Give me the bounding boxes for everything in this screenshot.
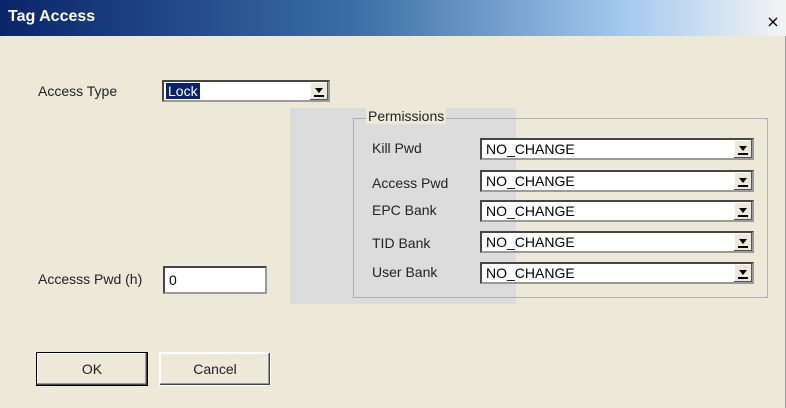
access-pwd-perm-label: Access Pwd — [372, 175, 449, 191]
epc-bank-value: NO_CHANGE — [486, 203, 575, 219]
user-bank-label: User Bank — [372, 264, 438, 280]
ok-button[interactable]: OK — [36, 352, 148, 386]
access-pwd-input[interactable]: 0 — [163, 266, 267, 294]
chevron-down-icon[interactable] — [733, 233, 752, 251]
access-type-label: Access Type — [38, 83, 118, 99]
tag-access-dialog: Tag Access × Access Type Lock Permission… — [0, 0, 786, 408]
kill-pwd-label: Kill Pwd — [372, 140, 422, 156]
user-bank-value: NO_CHANGE — [486, 265, 575, 281]
cancel-button[interactable]: Cancel — [159, 352, 271, 386]
chevron-down-icon[interactable] — [733, 172, 752, 190]
epc-bank-select[interactable]: NO_CHANGE — [480, 200, 754, 222]
chevron-down-icon[interactable] — [733, 264, 752, 282]
chevron-down-icon[interactable] — [733, 202, 752, 220]
access-type-value: Lock — [166, 83, 200, 99]
access-pwd-perm-value: NO_CHANGE — [486, 173, 575, 189]
permissions-legend: Permissions — [366, 108, 447, 124]
close-icon[interactable]: × — [764, 14, 782, 32]
title-bar[interactable]: Tag Access × — [0, 0, 786, 36]
window-title: Tag Access — [8, 8, 96, 25]
tid-bank-select[interactable]: NO_CHANGE — [480, 231, 754, 253]
access-pwd-value: 0 — [169, 272, 177, 288]
tid-bank-label: TID Bank — [372, 235, 431, 251]
tid-bank-value: NO_CHANGE — [486, 234, 575, 250]
epc-bank-label: EPC Bank — [372, 202, 437, 218]
kill-pwd-value: NO_CHANGE — [486, 141, 575, 157]
kill-pwd-select[interactable]: NO_CHANGE — [480, 138, 754, 160]
chevron-down-icon[interactable] — [733, 140, 752, 158]
access-type-select[interactable]: Lock — [162, 80, 330, 102]
access-pwd-perm-select[interactable]: NO_CHANGE — [480, 170, 754, 192]
user-bank-select[interactable]: NO_CHANGE — [480, 262, 754, 284]
chevron-down-icon[interactable] — [309, 82, 328, 100]
access-pwd-label: Accesss Pwd (h) — [38, 271, 143, 287]
